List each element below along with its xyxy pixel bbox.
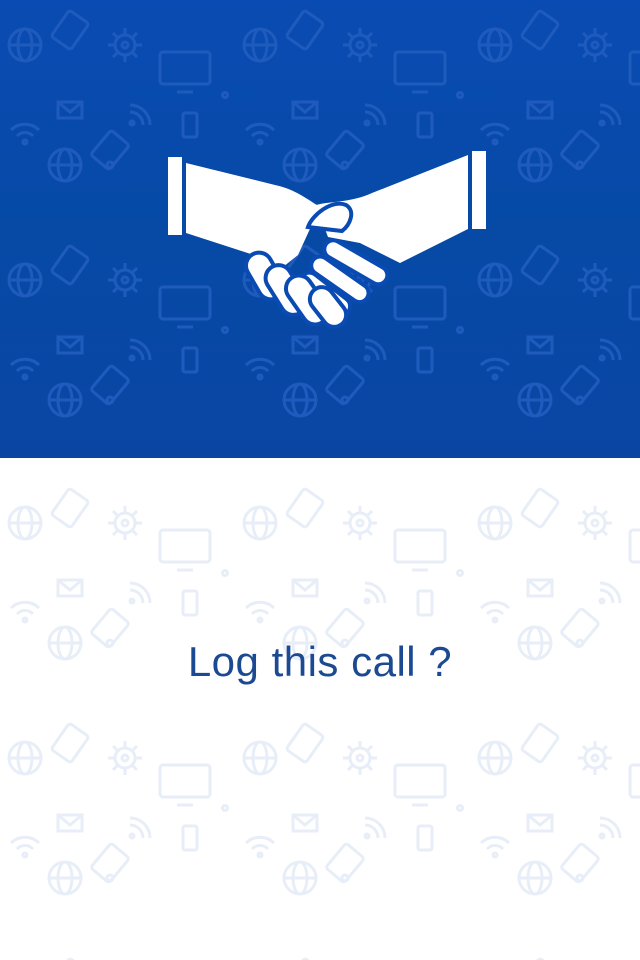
tech-pattern-background: [0, 458, 640, 960]
handshake-icon: [168, 151, 486, 329]
dialog-area: [0, 458, 640, 960]
hero-banner: [0, 0, 640, 458]
log-call-question: Log this call ?: [187, 638, 453, 685]
log-call-screen: Log this call ?: [0, 0, 640, 960]
